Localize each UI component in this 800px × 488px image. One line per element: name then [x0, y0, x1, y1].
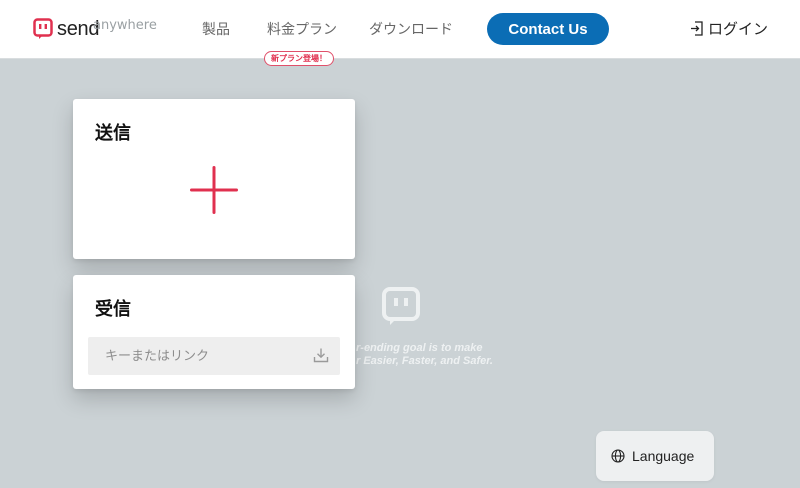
send-anywhere-logo[interactable]: send anywhere — [33, 17, 157, 41]
nav-products[interactable]: 製品 — [202, 19, 230, 39]
nav-pricing[interactable]: 料金プラン — [267, 19, 337, 39]
key-or-link-input[interactable] — [88, 337, 308, 375]
language-label: Language — [632, 448, 695, 464]
login-button[interactable]: ログイン — [690, 18, 768, 39]
login-label: ログイン — [708, 20, 769, 38]
receive-title: 受信 — [95, 299, 131, 320]
globe-icon — [611, 449, 625, 463]
receive-card: 受信 — [73, 275, 355, 389]
contact-us-button[interactable]: Contact Us — [487, 13, 609, 45]
tagline-line-2: r Easier, Faster, and Safer. — [356, 355, 493, 367]
logo-wordmark-overlap: anywhere — [93, 18, 157, 33]
background-logo-icon — [382, 287, 420, 325]
download-icon[interactable] — [313, 347, 329, 363]
tagline-line-1: r-ending goal is to make — [356, 342, 483, 354]
nav-download[interactable]: ダウンロード — [369, 19, 453, 39]
new-plan-badge: 新プラン登場！ — [264, 51, 334, 66]
language-button[interactable]: Language — [596, 431, 714, 481]
send-card: 送信 — [73, 99, 355, 259]
logo-icon — [33, 18, 53, 39]
plus-icon[interactable] — [187, 163, 241, 217]
top-navigation-bar: send anywhere 製品 料金プラン ダウンロード Contact Us… — [0, 0, 800, 59]
login-icon — [691, 21, 703, 36]
send-title: 送信 — [95, 123, 131, 144]
key-input-container — [88, 337, 340, 375]
